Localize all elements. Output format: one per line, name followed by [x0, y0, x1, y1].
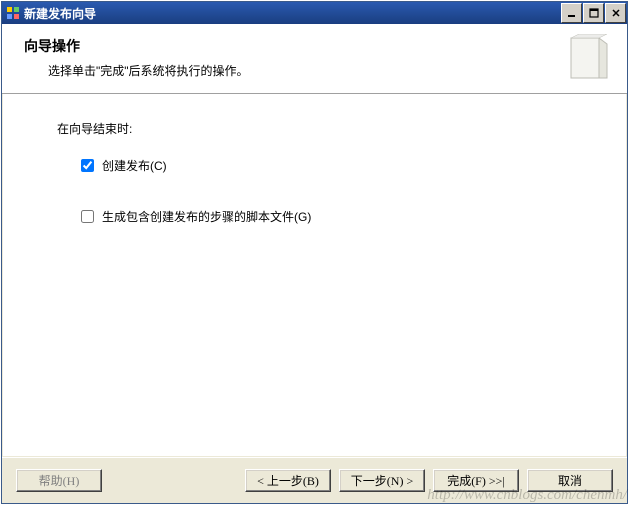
close-button[interactable]: [605, 3, 626, 23]
page-subtitle: 选择单击"完成"后系统将执行的操作。: [48, 62, 555, 79]
close-icon: [611, 8, 621, 18]
minimize-button[interactable]: [561, 3, 582, 23]
titlebar: 新建发布向导: [2, 2, 627, 24]
wizard-content: 在向导结束时: 创建发布(C) 生成包含创建发布的步骤的脚本文件(G): [2, 94, 627, 457]
cancel-button[interactable]: 取消: [527, 469, 613, 492]
generate-script-checkbox[interactable]: [81, 210, 94, 223]
page-title: 向导操作: [24, 36, 555, 56]
window-controls: [561, 2, 627, 24]
finish-button[interactable]: 完成(F) >>|: [433, 469, 519, 492]
back-button[interactable]: < 上一步(B): [245, 469, 331, 492]
generate-script-label: 生成包含创建发布的步骤的脚本文件(G): [102, 208, 311, 225]
maximize-button[interactable]: [583, 3, 604, 23]
wizard-window: 新建发布向导 向导操作 选择单击"完成"后系统将执行的操作。: [1, 1, 628, 504]
create-publication-checkbox[interactable]: [81, 159, 94, 172]
minimize-icon: [567, 8, 577, 18]
maximize-icon: [589, 8, 599, 18]
help-button[interactable]: 帮助(H): [16, 469, 102, 492]
section-label: 在向导结束时:: [57, 120, 604, 137]
header-texts: 向导操作 选择单击"完成"后系统将执行的操作。: [24, 36, 555, 79]
option-generate-script[interactable]: 生成包含创建发布的步骤的脚本文件(G): [81, 208, 604, 225]
option-create-publication[interactable]: 创建发布(C): [81, 157, 604, 174]
next-button[interactable]: 下一步(N) >: [339, 469, 425, 492]
wizard-footer: 帮助(H) < 上一步(B) 下一步(N) > 完成(F) >>| 取消: [2, 457, 627, 503]
wizard-header: 向导操作 选择单击"完成"后系统将执行的操作。: [2, 24, 627, 94]
app-icon: [6, 6, 20, 20]
wizard-icon: [565, 34, 613, 82]
create-publication-label: 创建发布(C): [102, 157, 167, 174]
window-title: 新建发布向导: [24, 5, 561, 22]
